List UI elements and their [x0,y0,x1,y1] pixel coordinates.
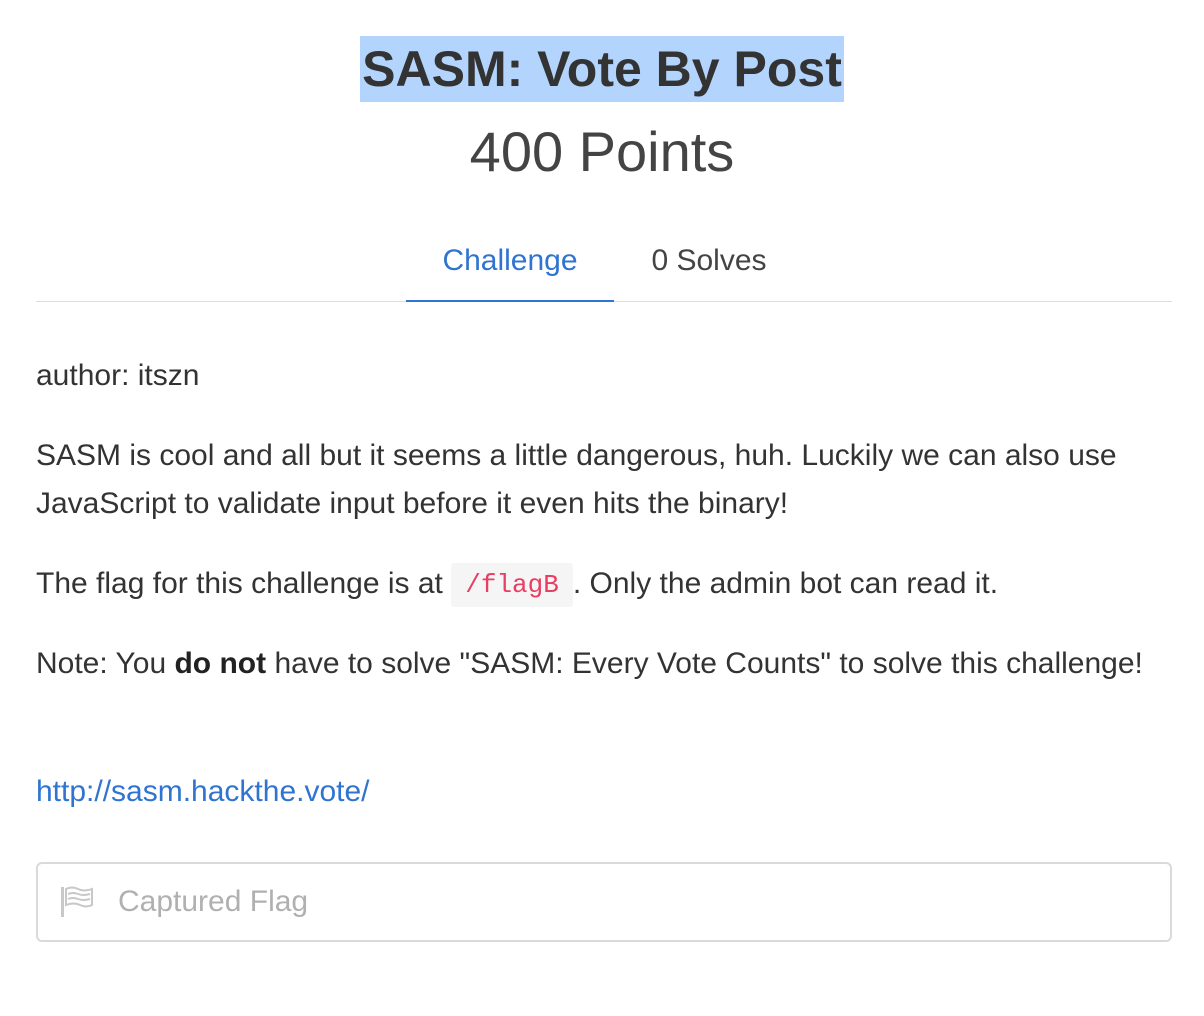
flag-icon [60,886,94,918]
challenge-link[interactable]: http://sasm.hackthe.vote/ [36,775,370,808]
note-text: Note: You [36,647,175,680]
flag-path-code: /flagB [451,563,573,608]
flag-location-text: The flag for this challenge is at [36,567,452,600]
flag-input[interactable] [118,874,1158,930]
tab-solves[interactable]: 0 Solves [614,230,804,301]
flag-input-group [36,862,1172,942]
challenge-page: SASM: Vote By Post 400 Points Challenge … [0,0,1204,1016]
link-row: http://sasm.hackthe.vote/ [36,770,1172,814]
tab-bar: Challenge 0 Solves [36,230,1172,302]
note-paragraph: Note: You do not have to solve "SASM: Ev… [36,640,1172,688]
description-paragraph: SASM is cool and all but it seems a litt… [36,439,1117,520]
tab-challenge[interactable]: Challenge [406,230,614,302]
challenge-title: SASM: Vote By Post [360,36,844,102]
flag-location-paragraph: The flag for this challenge is at /flagB… [36,560,1172,608]
flag-location-text-after: . Only the admin bot can read it. [572,567,999,600]
author-line: author: itszn [36,359,200,392]
challenge-points: 400 Points [469,120,735,183]
title-wrap: SASM: Vote By Post [0,36,1204,102]
note-text-after: have to solve "SASM: Every Vote Counts" … [266,647,1143,680]
note-bold: do not [174,647,267,680]
